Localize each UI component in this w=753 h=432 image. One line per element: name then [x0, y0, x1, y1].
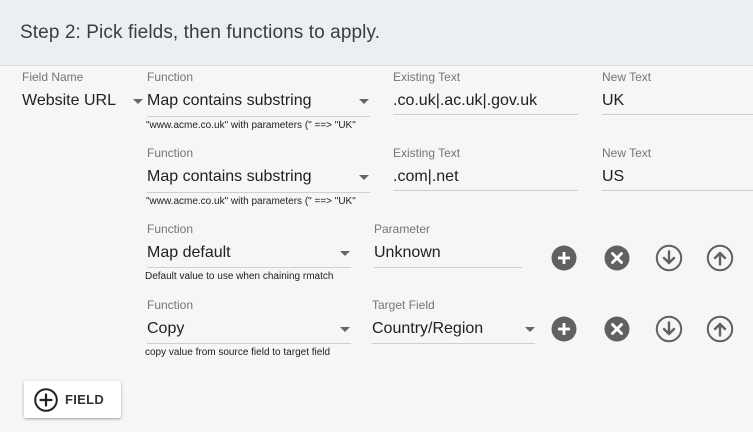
rules-editor: Step 2: Pick fields, then functions to a… — [0, 0, 753, 432]
existing-text-label: Existing Text — [393, 70, 461, 84]
function-label: Function — [147, 222, 194, 236]
target-field-select[interactable]: Country/Region — [372, 320, 483, 338]
chevron-down-icon[interactable] — [340, 327, 350, 332]
arrow-up-circle-icon — [706, 315, 734, 343]
add-field-button[interactable]: FIELD — [24, 381, 121, 418]
function-label: Function — [147, 70, 194, 84]
page-title: Step 2: Pick fields, then functions to a… — [20, 22, 381, 43]
function-hint: "www.acme.co.uk" with parameters (" ==> … — [146, 120, 356, 131]
existing-text-label: Existing Text — [393, 146, 461, 160]
plus-circle-outline-icon — [34, 387, 58, 412]
chevron-down-icon[interactable] — [133, 99, 143, 104]
move-up-button[interactable] — [706, 315, 734, 343]
new-text-input[interactable]: UK — [602, 92, 624, 110]
function-hint: copy value from source field to target f… — [145, 347, 331, 358]
add-function-button[interactable] — [550, 315, 578, 343]
parameter-label: Parameter — [374, 222, 431, 236]
field-name-label: Field Name — [22, 70, 84, 84]
chevron-down-icon[interactable] — [359, 175, 369, 180]
move-up-button[interactable] — [706, 244, 734, 272]
move-down-button[interactable] — [655, 244, 683, 272]
parameter-underline — [374, 267, 522, 268]
step-header: Step 2: Pick fields, then functions to a… — [0, 0, 753, 66]
new-text-input[interactable]: US — [602, 168, 624, 186]
existing-text-underline — [393, 114, 578, 115]
arrow-down-circle-icon — [655, 315, 683, 343]
function-label: Function — [147, 298, 194, 312]
move-down-button[interactable] — [655, 315, 683, 343]
add-field-label: FIELD — [65, 392, 105, 407]
new-text-underline — [602, 190, 753, 191]
new-text-label: New Text — [602, 146, 652, 160]
function-underline — [147, 116, 370, 117]
existing-text-underline — [393, 190, 578, 191]
add-function-button[interactable] — [550, 244, 578, 272]
plus-circle-icon — [551, 245, 577, 271]
existing-text-input[interactable]: .com|.net — [393, 168, 459, 186]
target-field-label: Target Field — [372, 298, 435, 312]
function-hint: "www.acme.co.uk" with parameters (" ==> … — [146, 196, 356, 207]
chevron-down-icon[interactable] — [340, 251, 350, 256]
function-underline — [147, 343, 351, 344]
function-select[interactable]: Copy — [147, 320, 184, 338]
function-underline — [147, 192, 370, 193]
existing-text-input[interactable]: .co.uk|.ac.uk|.gov.uk — [393, 92, 537, 110]
new-text-label: New Text — [602, 70, 652, 84]
function-select[interactable]: Map default — [147, 244, 231, 262]
arrow-down-circle-icon — [655, 244, 683, 272]
x-circle-icon — [604, 245, 630, 271]
new-text-underline — [602, 114, 753, 115]
function-hint: Default value to use when chaining rmatc… — [145, 271, 334, 282]
chevron-down-icon[interactable] — [525, 327, 535, 332]
arrow-up-circle-icon — [706, 244, 734, 272]
parameter-input[interactable]: Unknown — [374, 244, 441, 262]
target-field-underline — [372, 343, 535, 344]
function-label: Function — [147, 146, 194, 160]
function-underline — [147, 267, 351, 268]
plus-circle-icon — [551, 316, 577, 342]
function-select[interactable]: Map contains substring — [147, 92, 312, 110]
chevron-down-icon[interactable] — [359, 99, 369, 104]
field-name-select[interactable]: Website URL — [22, 92, 116, 110]
function-select[interactable]: Map contains substring — [147, 168, 312, 186]
remove-function-button[interactable] — [603, 244, 631, 272]
x-circle-icon — [604, 316, 630, 342]
remove-function-button[interactable] — [603, 315, 631, 343]
